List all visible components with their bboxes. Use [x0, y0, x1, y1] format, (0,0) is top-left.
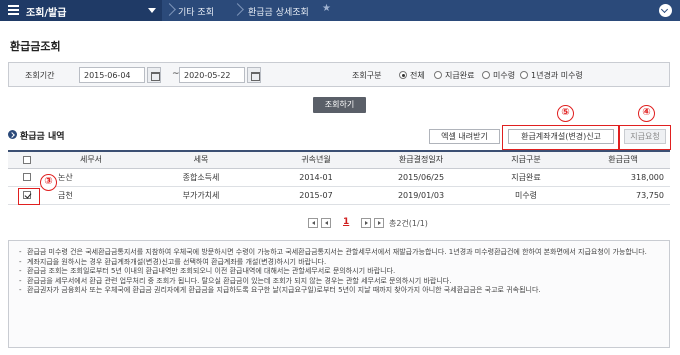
- note-item: 계좌지급을 원하시는 경우 환급계좌개설(변경)신고를 선택하여 환급계좌를 개…: [19, 258, 659, 268]
- radio-all[interactable]: [399, 71, 407, 79]
- main-menu-dropdown[interactable]: 조회/발급: [0, 0, 162, 21]
- note-item: 환급권자가 금융회사 또는 우체국에 환급금 권리자에게 환급금을 지급하도록 …: [19, 286, 659, 296]
- breadcrumb-separator-icon: [232, 2, 242, 19]
- cell-office: 금천: [46, 186, 136, 205]
- cell-period: 2015-07: [266, 186, 366, 205]
- annotation-marker-3: ③: [40, 174, 57, 191]
- first-page-button[interactable]: [308, 218, 318, 228]
- radio-paid[interactable]: [434, 71, 442, 79]
- calendar-icon[interactable]: [247, 67, 261, 83]
- search-button[interactable]: 조회하기: [313, 97, 366, 113]
- header-office: 세무서: [46, 150, 136, 169]
- radio-paid-label: 지급완료: [445, 71, 475, 80]
- breadcrumb-item-refund-detail[interactable]: 환급금 상세조회: [248, 5, 309, 18]
- calendar-icon[interactable]: [147, 67, 161, 83]
- page-number-current[interactable]: 1: [343, 217, 349, 227]
- header-tax: 세목: [136, 150, 266, 169]
- header-decision-date: 환급결정일자: [366, 150, 476, 169]
- last-page-button[interactable]: [374, 218, 384, 228]
- select-all-checkbox[interactable]: [23, 155, 31, 164]
- cell-tax: 종합소득세: [136, 168, 266, 187]
- note-item: 환급금을 세무서에서 환급 관련 업무처리 중 조회가 됩니다. 탈으실 환급금…: [19, 277, 659, 287]
- top-nav-bar: 조회/발급 기타 조회 환급금 상세조회 ★: [0, 0, 680, 21]
- end-date-input[interactable]: [179, 67, 245, 83]
- row-checkbox[interactable]: [23, 173, 31, 181]
- page-total: 총2건(1/1): [389, 219, 428, 228]
- table-row: 논산 종합소득세 2014-01 2015/06/25 지급완료 318,000: [8, 168, 670, 187]
- radio-unclaimed[interactable]: [482, 71, 490, 79]
- cell-status: 지급완료: [476, 168, 576, 187]
- cell-decision-date: 2019/01/03: [366, 186, 476, 205]
- annotation-marker-5: ⑤: [557, 105, 574, 122]
- next-page-button[interactable]: [361, 218, 371, 228]
- cell-status: 미수령: [476, 186, 576, 205]
- note-item: 환급금 조회는 조회일로부터 5년 이내의 환급내역만 조회되오니 이전 환급내…: [19, 267, 659, 277]
- table-row: 금천 부가가치세 2015-07 2019/01/03 미수령 73,750: [8, 186, 670, 205]
- annotation-box-4: [619, 125, 671, 150]
- search-panel: 조회기간 ~ 조회구분 전체 지급완료 미수령 1년경과 미수령: [8, 62, 670, 87]
- note-item: 환급금 미수령 건은 국세환급금통지서를 지참하여 우체국에 방문하시면 수령이…: [19, 248, 659, 258]
- annotation-box-5: [502, 125, 619, 150]
- period-label: 조회기간: [25, 71, 55, 80]
- cell-office: 논산: [46, 168, 136, 187]
- header-period: 귀속년월: [266, 150, 366, 169]
- cell-amount: 73,750: [576, 186, 670, 205]
- table-header-row: 세무서 세목 귀속년월 환급결정일자 지급구분 환급금액: [8, 150, 670, 169]
- main-menu-label: 조회/발급: [26, 8, 67, 19]
- start-date-input[interactable]: [79, 67, 145, 83]
- section-title: 환급금 내역: [20, 132, 65, 142]
- collapse-toggle-button[interactable]: [659, 4, 672, 17]
- page-title: 환급금조회: [10, 40, 61, 53]
- favorite-star-icon[interactable]: ★: [322, 3, 331, 14]
- radio-unclaimed-label: 미수령: [493, 71, 516, 80]
- annotation-marker-4: ④: [638, 105, 655, 122]
- cell-decision-date: 2015/06/25: [366, 168, 476, 187]
- radio-unclaimed-1yr[interactable]: [520, 71, 528, 79]
- header-amount: 환급금액: [576, 150, 670, 169]
- cell-tax: 부가가치세: [136, 186, 266, 205]
- breadcrumb-item-other-inquiry[interactable]: 기타 조회: [178, 5, 214, 18]
- info-notes: 환급금 미수령 건은 국세환급금통지서를 지참하여 우체국에 방문하시면 수령이…: [8, 240, 670, 348]
- chevron-down-icon: [148, 8, 156, 13]
- header-status: 지급구분: [476, 150, 576, 169]
- hamburger-menu-icon[interactable]: [8, 5, 19, 16]
- cell-period: 2014-01: [266, 168, 366, 187]
- annotation-box-3: [18, 188, 40, 205]
- breadcrumb-separator-icon: [164, 2, 174, 19]
- prev-page-button[interactable]: [321, 218, 331, 228]
- cell-amount: 318,000: [576, 168, 670, 187]
- section-check-icon: [8, 130, 17, 139]
- select-all-cell: [8, 150, 46, 169]
- refund-table: 세무서 세목 귀속년월 환급결정일자 지급구분 환급금액 논산 종합소득세 20…: [8, 150, 670, 205]
- excel-download-button[interactable]: 엑셀 내려받기: [429, 129, 500, 144]
- radio-all-label: 전체: [410, 71, 425, 80]
- query-type-label: 조회구분: [352, 71, 382, 80]
- radio-unclaimed-1yr-label: 1년경과 미수령: [531, 71, 583, 80]
